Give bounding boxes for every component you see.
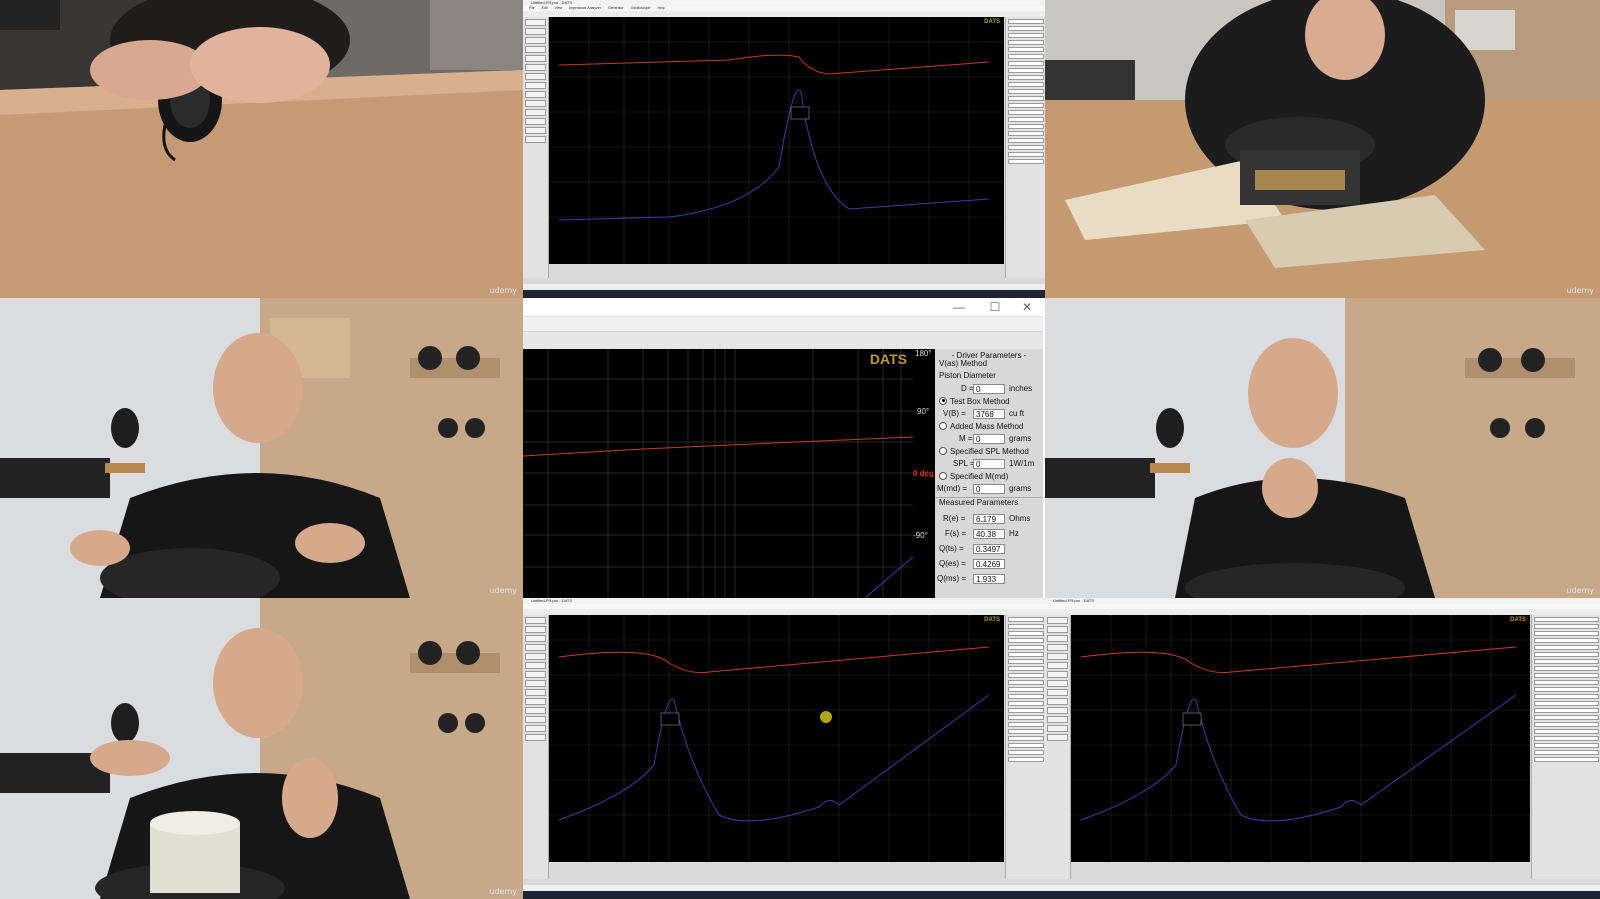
- dats-logo: DATS: [869, 351, 907, 367]
- radio-icon: [939, 396, 947, 405]
- fs-unit: Hz: [1009, 529, 1019, 538]
- menu-impedance-analyzer[interactable]: Impedance Analyzer: [569, 6, 601, 10]
- vb-input[interactable]: 3768: [973, 409, 1005, 419]
- dats-window-bottom-center: Untitled-FR.pro - DATS DATS: [523, 598, 1045, 899]
- qts-label: Q(ts) =: [939, 544, 964, 553]
- fs-value: 40.38: [973, 529, 1005, 539]
- dats-window-top: Untitled-FR.pro - DATS File Edit View Im…: [523, 0, 1045, 298]
- tick-minus-90: -90°: [913, 531, 928, 540]
- piston-diameter-label: Piston Diameter: [939, 371, 996, 380]
- qms-value: 1.933: [973, 574, 1005, 584]
- taskbar: [1045, 891, 1600, 899]
- m-input[interactable]: 0: [973, 434, 1005, 444]
- impedance-graph: DATS: [1071, 615, 1530, 862]
- window-title-bar: — ☐ ✕: [523, 298, 1043, 316]
- specified-mmd-option[interactable]: Specified M(md): [939, 471, 1008, 483]
- specified-spl-method-label: Specified SPL Method: [950, 447, 1029, 456]
- measured-parameters-header: Measured Parameters: [939, 498, 1019, 507]
- left-control-panel: [1045, 615, 1071, 879]
- m-label: M =: [959, 434, 973, 443]
- specified-spl-method-option[interactable]: Specified SPL Method: [939, 446, 1029, 458]
- menu-view[interactable]: View: [555, 6, 563, 10]
- udemy-watermark: udemy: [489, 887, 517, 896]
- test-box-method-label: Test Box Method: [950, 397, 1010, 406]
- taskbar: [523, 290, 1045, 298]
- d-input[interactable]: 0: [973, 384, 1005, 394]
- vb-label: V(B) =: [943, 409, 966, 418]
- photo-hands-speaker: [0, 0, 523, 298]
- menu-edit[interactable]: Edit: [542, 6, 548, 10]
- fs-label: F(s) =: [945, 529, 967, 538]
- cursor-highlight: [820, 711, 832, 723]
- right-params-panel: [1531, 615, 1600, 879]
- dats-zoomed-window: — ☐ ✕ DATS 180° 90° 0 deg -90° - Driver …: [523, 298, 1043, 598]
- phase-graph: DATS: [523, 349, 914, 598]
- added-mass-method-label: Added Mass Method: [950, 422, 1024, 431]
- video-hands-speaker-top-left: udemy: [0, 0, 523, 298]
- m-unit: grams: [1009, 434, 1032, 443]
- menu-oscilloscope[interactable]: Oscilloscope: [631, 6, 651, 10]
- phase-axis: 180° 90° 0 deg -90°: [913, 349, 935, 598]
- mmd-input[interactable]: 0: [973, 484, 1005, 494]
- video-man-speaker-tube: udemy: [0, 598, 523, 899]
- test-box-method-option[interactable]: Test Box Method: [939, 396, 1010, 408]
- re-unit: Ohms: [1009, 514, 1031, 523]
- re-label: R(e) =: [943, 514, 966, 523]
- dats-logo: DATS: [1510, 617, 1526, 623]
- udemy-watermark: udemy: [489, 286, 517, 295]
- dats-logo: DATS: [984, 19, 1000, 25]
- menu-file[interactable]: File: [529, 6, 535, 10]
- vb-unit: cu ft: [1009, 409, 1025, 418]
- udemy-watermark: udemy: [1566, 286, 1594, 295]
- vas-method-label: V(as) Method: [939, 359, 988, 368]
- qms-label: Q(ms) =: [937, 574, 967, 583]
- dats-window-bottom-right: Untitled-FR.pro - DATS DATS: [1045, 598, 1600, 899]
- toolbar-area: [523, 316, 1043, 351]
- spl-unit: 1W/1m: [1009, 459, 1035, 468]
- left-control-panel: [523, 17, 549, 278]
- qts-value: 0.3497: [973, 544, 1005, 554]
- impedance-graph: DATS: [549, 615, 1004, 862]
- spl-input[interactable]: 0: [973, 459, 1005, 469]
- re-value: 6.179: [973, 514, 1005, 524]
- dats-logo: DATS: [984, 617, 1000, 623]
- mmd-label: M(md) =: [937, 484, 967, 493]
- d-label: D =: [961, 384, 974, 393]
- video-man-speaker-books: udemy: [1045, 0, 1600, 298]
- video-man-hands-speaker: udemy: [0, 298, 523, 598]
- mmd-unit: grams: [1009, 484, 1032, 493]
- udemy-watermark: udemy: [1566, 586, 1594, 595]
- right-params-panel: [1005, 615, 1045, 879]
- impedance-graph: DATS: [549, 17, 1004, 264]
- left-control-panel: [523, 615, 549, 879]
- driver-parameters-panel: - Driver Parameters - V(as) Method Pisto…: [935, 349, 1043, 598]
- udemy-watermark: udemy: [489, 586, 517, 595]
- close-button[interactable]: ✕: [1011, 298, 1043, 316]
- radio-icon: [939, 421, 947, 430]
- spl-label: SPL =: [953, 459, 975, 468]
- radio-icon: [939, 446, 947, 455]
- tick-0: 0 deg: [913, 469, 934, 478]
- minimize-button[interactable]: —: [943, 298, 975, 316]
- added-mass-method-option[interactable]: Added Mass Method: [939, 421, 1023, 433]
- qes-value: 0.4269: [973, 559, 1005, 569]
- menu-help[interactable]: Help: [657, 6, 664, 10]
- video-man-thinking: udemy: [1045, 298, 1600, 598]
- tick-180: 180°: [915, 349, 932, 358]
- taskbar: [523, 891, 1045, 899]
- right-params-panel: [1005, 17, 1045, 278]
- specified-mmd-label: Specified M(md): [950, 472, 1009, 481]
- radio-icon: [939, 471, 947, 480]
- menu-generator[interactable]: Generator: [608, 6, 624, 10]
- maximize-button[interactable]: ☐: [979, 298, 1011, 316]
- qes-label: Q(es) =: [939, 559, 966, 568]
- tick-90: 90°: [917, 407, 930, 416]
- d-unit: inches: [1009, 384, 1033, 393]
